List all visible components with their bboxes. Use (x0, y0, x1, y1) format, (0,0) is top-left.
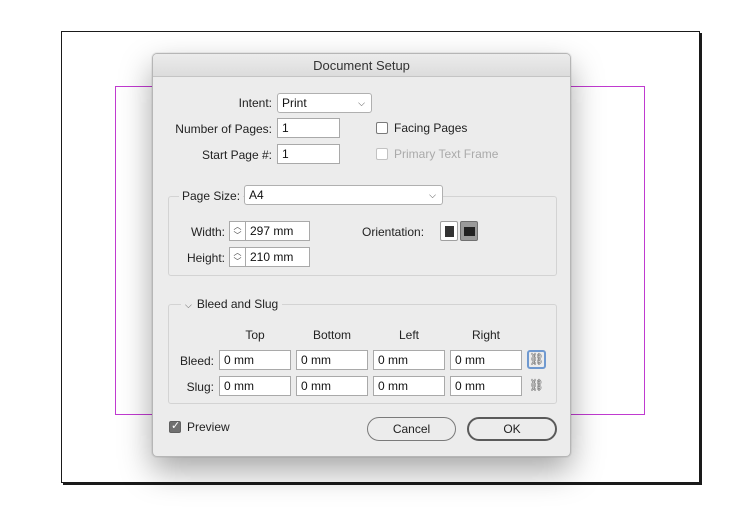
facing-pages-checkbox[interactable] (376, 122, 388, 134)
bleed-right-input[interactable]: 0 mm (450, 350, 522, 370)
slug-label: Slug: (186, 380, 214, 394)
width-label: Width: (190, 225, 225, 239)
chevron-up-icon: ︿ (233, 222, 242, 231)
landscape-icon (464, 227, 475, 236)
portrait-orientation-button[interactable] (440, 221, 458, 241)
start-page-input[interactable]: 1 (277, 144, 340, 164)
primary-text-frame-label: Primary Text Frame (394, 147, 499, 161)
preview-label: Preview (187, 420, 230, 434)
bleed-bottom-input[interactable]: 0 mm (296, 350, 368, 370)
intent-select[interactable]: Print ⌵ (277, 93, 372, 113)
start-page-label: Start Page #: (201, 148, 272, 162)
bleed-link-button[interactable]: ⛓ (527, 350, 546, 369)
chevron-down-icon: ⌵ (429, 190, 436, 200)
width-stepper[interactable]: ︿ ﹀ (229, 221, 245, 241)
num-pages-label: Number of Pages: (175, 122, 272, 136)
column-header-left: Left (398, 328, 419, 342)
portrait-icon (445, 226, 454, 237)
chain-link-icon: ⛓ (529, 352, 545, 366)
slug-top-input[interactable]: 0 mm (219, 376, 291, 396)
slug-left-input[interactable]: 0 mm (373, 376, 445, 396)
intent-value: Print (282, 96, 307, 110)
column-header-top: Top (245, 328, 265, 342)
height-input[interactable]: 210 mm (245, 247, 310, 267)
slug-link-button[interactable]: ⛓ (527, 376, 546, 395)
preview-checkbox[interactable] (169, 419, 181, 433)
num-pages-input[interactable]: 1 (277, 118, 340, 138)
chevron-down-icon: ﹀ (233, 257, 242, 266)
chevron-up-icon: ︿ (233, 248, 242, 257)
dialog-title: Document Setup (153, 54, 570, 77)
landscape-orientation-button[interactable] (460, 221, 478, 241)
document-setup-dialog: Document Setup Intent: Print ⌵ Number of… (152, 53, 571, 457)
intent-label: Intent: (238, 96, 272, 110)
chevron-down-icon: ﹀ (233, 231, 242, 240)
bleed-label: Bleed: (179, 354, 214, 368)
height-label: Height: (186, 251, 225, 265)
page-size-select[interactable]: A4 ⌵ (244, 185, 443, 205)
bleed-slug-label: Bleed and Slug (196, 297, 279, 311)
chevron-down-icon: ⌵ (185, 300, 192, 310)
primary-text-frame-checkbox[interactable] (376, 148, 388, 160)
width-input[interactable]: 297 mm (245, 221, 310, 241)
facing-pages-label: Facing Pages (394, 121, 468, 135)
column-header-right: Right (471, 328, 500, 342)
bleed-left-input[interactable]: 0 mm (373, 350, 445, 370)
page-size-value: A4 (249, 188, 264, 202)
bleed-top-input[interactable]: 0 mm (219, 350, 291, 370)
slug-bottom-input[interactable]: 0 mm (296, 376, 368, 396)
chevron-down-icon: ⌵ (358, 98, 365, 108)
column-header-bottom: Bottom (312, 328, 351, 342)
bleed-slug-toggle[interactable]: ⌵ Bleed and Slug (181, 297, 283, 311)
height-stepper[interactable]: ︿ ﹀ (229, 247, 245, 267)
cancel-button[interactable]: Cancel (367, 417, 456, 441)
chain-link-icon: ⛓ (528, 378, 545, 392)
page-size-label: Page Size: (179, 189, 244, 203)
orientation-label: Orientation: (362, 225, 425, 239)
slug-right-input[interactable]: 0 mm (450, 376, 522, 396)
ok-button[interactable]: OK (467, 417, 557, 441)
